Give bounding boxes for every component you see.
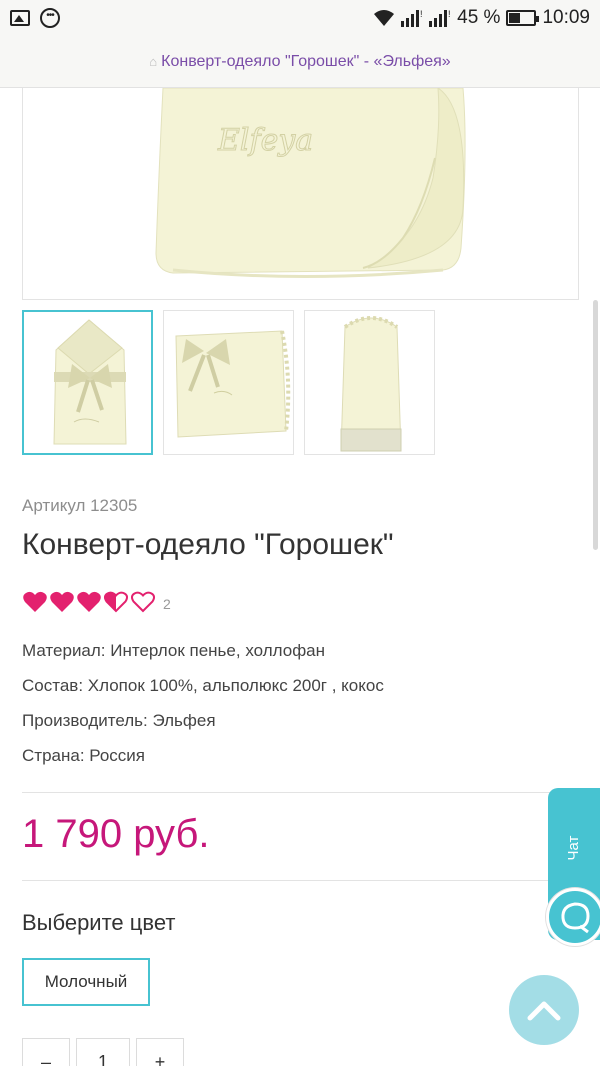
page-scrollbar[interactable] <box>593 300 598 550</box>
rating-count: 2 <box>163 596 171 612</box>
battery-icon <box>506 10 540 26</box>
divider <box>22 792 578 793</box>
home-icon: ⌂ <box>149 54 158 69</box>
quantity-input[interactable]: 1 <box>76 1038 130 1066</box>
property-country: Страна: Россия <box>22 746 146 765</box>
battery-percent: 45 % <box>457 7 501 28</box>
chevron-up-icon <box>527 1001 561 1021</box>
heart-empty-icon[interactable] <box>130 590 156 614</box>
status-bar: ••• ! ! 45 % 10:09 <box>0 0 600 36</box>
quantity-stepper: – 1 + <box>22 1038 184 1066</box>
quantity-decrease-button[interactable]: – <box>22 1038 70 1066</box>
property-composition: Состав: Хлопок 100%, альполюкс 200г , ко… <box>22 676 384 695</box>
more-notifications-icon: ••• <box>40 8 60 28</box>
color-option-button[interactable]: Молочный <box>22 958 150 1006</box>
signal-icon-2: ! <box>429 9 451 27</box>
chat-bubble-icon[interactable] <box>546 888 600 946</box>
product-properties: Материал: Интерлок пенье, холлофан Соста… <box>22 640 384 780</box>
clock: 10:09 <box>542 7 590 28</box>
thumbnail-1[interactable] <box>22 310 153 455</box>
brand-embroidery: Elfeya <box>217 123 313 158</box>
scroll-to-top-button[interactable] <box>509 975 579 1045</box>
heart-filled-icon[interactable] <box>22 590 48 614</box>
quantity-increase-button[interactable]: + <box>136 1038 184 1066</box>
thumbnail-2[interactable] <box>163 310 294 455</box>
property-material: Материал: Интерлок пенье, холлофан <box>22 641 326 660</box>
thumbnail-strip <box>22 310 435 455</box>
gallery-notification-icon <box>10 10 30 26</box>
heart-filled-icon[interactable] <box>76 590 102 614</box>
signal-icon-1: ! <box>401 9 423 27</box>
heart-half-icon[interactable] <box>103 590 129 614</box>
property-manufacturer: Производитель: Эльфея <box>22 711 216 730</box>
rating[interactable]: 2 <box>22 590 171 614</box>
thumbnail-3[interactable] <box>304 310 435 455</box>
heart-filled-icon[interactable] <box>49 590 75 614</box>
article-number: Артикул 12305 <box>22 496 138 515</box>
color-section-title: Выберите цвет <box>22 910 176 935</box>
svg-text:!: ! <box>448 9 451 19</box>
svg-text:!: ! <box>420 9 423 19</box>
address-bar[interactable]: ⌂ Конверт-одеяло "Горошек" - «Эльфея» <box>0 36 600 88</box>
product-price: 1 790 руб. <box>22 812 210 856</box>
chat-label[interactable]: Чат <box>553 833 593 863</box>
product-main-image[interactable]: Elfeya <box>22 88 579 300</box>
product-title: Конверт-одеяло "Горошек" <box>22 528 394 561</box>
page-title: Конверт-одеяло "Горошек" - «Эльфея» <box>161 52 451 70</box>
wifi-icon <box>374 10 395 26</box>
divider <box>22 880 578 881</box>
product-photo: Elfeya <box>155 88 466 278</box>
